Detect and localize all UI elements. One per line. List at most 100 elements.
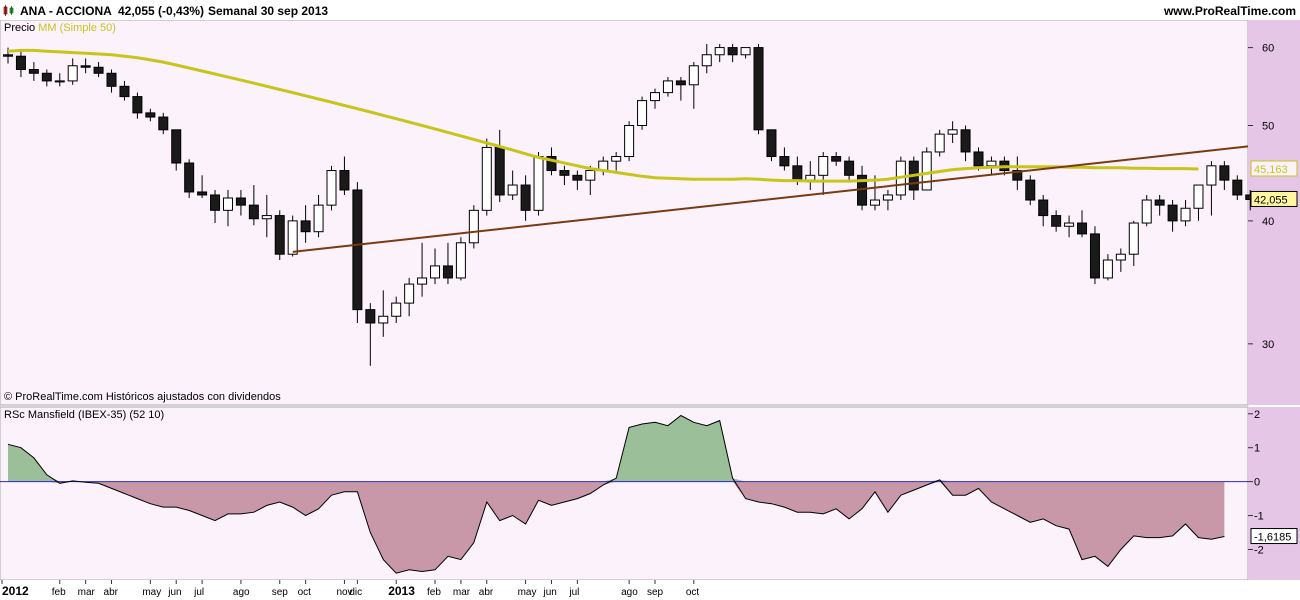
rs-tick-label: 1	[1254, 443, 1260, 455]
candle-body	[197, 191, 208, 196]
candle-body	[714, 47, 725, 56]
candle-body	[235, 197, 246, 206]
x-tick-label: feb	[427, 587, 441, 598]
price-tick-label: 50	[1262, 121, 1274, 133]
candle-body	[1089, 233, 1100, 279]
candle-body	[455, 242, 466, 279]
price-tick-label: 60	[1262, 43, 1274, 55]
candle-body	[3, 54, 13, 57]
candle-body	[339, 170, 350, 191]
x-tick-label: jun	[167, 587, 181, 598]
candle-body	[986, 160, 997, 167]
ticker-title: ANA - ACCIONA	[20, 4, 112, 18]
candle-body	[468, 209, 479, 244]
candle-body	[430, 265, 441, 279]
x-tick-label: oct	[298, 587, 312, 598]
candle-body	[1051, 215, 1062, 227]
x-tick-label: abr	[479, 587, 494, 598]
candle-body	[624, 125, 635, 158]
candle-body	[145, 112, 156, 118]
candle-body	[365, 309, 376, 324]
candle-body	[313, 204, 324, 233]
candle-body	[1025, 179, 1036, 201]
price-legend-label: Precio MM (Simple 50)	[4, 22, 116, 34]
candle-body	[1219, 165, 1230, 181]
x-tick-label: abr	[104, 587, 119, 598]
candle-body	[1206, 165, 1217, 186]
candle-body	[740, 47, 751, 56]
candle-body	[54, 80, 65, 83]
candle-body	[158, 116, 169, 131]
x-tick-label: sep	[647, 587, 664, 598]
candle-body	[688, 65, 699, 86]
copyright-note: © ProRealTime.com Históricos ajustados c…	[4, 391, 281, 403]
x-tick-label: sep	[272, 587, 289, 598]
candle-body	[481, 146, 492, 211]
x-tick-label: jul	[193, 587, 204, 598]
candle-body	[352, 189, 363, 311]
candle-body	[404, 283, 415, 304]
candle-body	[15, 55, 26, 71]
period-label: Semanal 30 sep 2013	[208, 4, 329, 18]
candle-body	[391, 302, 402, 317]
candle-body	[662, 80, 673, 94]
candle-body	[1115, 253, 1126, 261]
candle-body	[844, 160, 855, 176]
candle-body	[973, 151, 984, 167]
x-tick-label: dic	[349, 587, 362, 598]
candle-body	[119, 85, 130, 98]
candle-body	[792, 165, 803, 181]
candle-body	[494, 146, 505, 196]
candle-body	[766, 129, 777, 158]
candle-body	[533, 156, 544, 211]
x-tick-label: jun	[542, 587, 556, 598]
x-tick-label: feb	[52, 587, 66, 598]
candle-body	[520, 184, 531, 211]
candle-body	[818, 156, 829, 176]
candle-body	[80, 65, 91, 68]
candle-body	[326, 170, 337, 206]
candle-body	[779, 156, 790, 167]
price-legend-text: Precio	[4, 22, 36, 34]
candle-body	[67, 65, 78, 82]
ma-legend-text: MM (Simple 50)	[38, 22, 116, 34]
x-tick-label: ago	[233, 587, 250, 598]
candle-body	[274, 215, 285, 255]
candle-body	[1167, 204, 1178, 222]
candle-body	[93, 66, 104, 74]
candle-body	[559, 170, 570, 176]
x-tick-label: mar	[78, 587, 96, 598]
candle-body	[1232, 179, 1243, 196]
candle-body	[921, 151, 932, 191]
site-link[interactable]: www.ProRealTime.com	[1164, 4, 1296, 18]
candle-body	[41, 72, 52, 82]
candle-body	[650, 92, 660, 102]
price-change: 42,055 (-0,43%)	[118, 4, 205, 18]
x-tick-label: ago	[621, 587, 638, 598]
candle-body	[1141, 199, 1152, 224]
candle-body	[1128, 222, 1139, 255]
rs-tick-label: 2	[1254, 409, 1260, 421]
candle-body	[1102, 259, 1113, 279]
candle-body	[701, 54, 712, 67]
x-tick-label: 2012	[2, 584, 29, 598]
price-pane	[0, 20, 1249, 406]
price-tick-label: 30	[1262, 339, 1274, 351]
candle-body	[1180, 207, 1191, 222]
x-tick-label: jul	[568, 587, 579, 598]
candle-body	[675, 80, 686, 86]
candle-body	[960, 129, 971, 153]
candle-body	[261, 215, 272, 220]
candle-body	[184, 162, 195, 193]
candle-body	[378, 315, 389, 324]
candle-body	[611, 156, 622, 162]
candle-body	[727, 47, 738, 56]
candle-body	[869, 199, 880, 206]
candle-body	[1064, 222, 1075, 227]
rs-tick-label: -1	[1254, 511, 1264, 523]
candle-body	[1077, 222, 1088, 235]
rs-legend-label: RSc Mansfield (IBEX-35) (52 10)	[4, 409, 165, 421]
price-tick-label: 40	[1262, 216, 1274, 228]
x-tick-label: mar	[453, 587, 471, 598]
candle-body	[1154, 199, 1165, 206]
